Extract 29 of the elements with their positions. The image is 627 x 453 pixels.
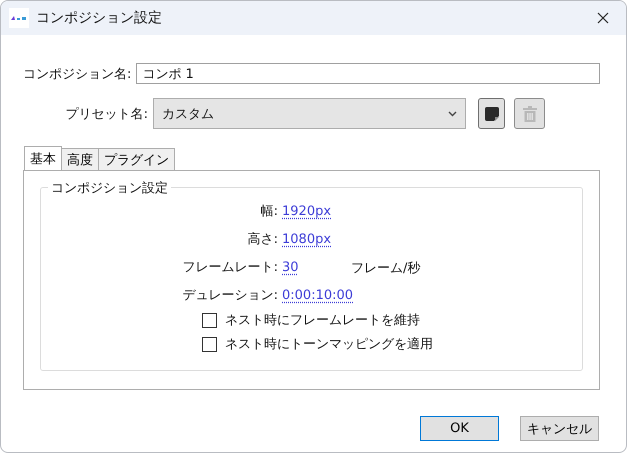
tab[interactable]: プラグイン (98, 148, 175, 170)
save-button[interactable] (478, 98, 505, 129)
field-label: 高さ: (246, 231, 279, 249)
checkbox[interactable] (202, 336, 217, 352)
value-link[interactable]: 1080px (282, 232, 351, 247)
tab[interactable]: 高度 (61, 148, 99, 170)
close-icon (597, 12, 609, 24)
group-title: コンポジション設定 (48, 179, 171, 197)
value-link[interactable]: 0:00:10:00 (282, 288, 354, 303)
field-label: コンポジション名: (23, 66, 132, 82)
checkbox-label: ネスト時にフレームレートを維持 (225, 312, 420, 329)
field-label: 幅: (260, 203, 279, 221)
trash-icon (522, 106, 536, 122)
chevron-down-icon (448, 110, 457, 116)
window-title: コンポジション設定 (36, 9, 163, 27)
tab[interactable]: 基本 (24, 146, 62, 170)
unit-label: フレーム/秒 (351, 260, 420, 276)
note-icon (484, 106, 498, 120)
value-link[interactable]: 1920px (282, 204, 351, 219)
field-label: デュレーション: (182, 287, 279, 305)
dialog-button[interactable]: キャンセル (520, 416, 599, 441)
dialog-button[interactable]: OK (420, 416, 499, 441)
preset-dropdown[interactable]: カスタム (153, 98, 466, 129)
checkbox[interactable] (202, 312, 217, 328)
checkbox-label: ネスト時にトーンマッピングを適用 (225, 336, 433, 353)
field-label: フレームレート: (182, 259, 279, 277)
name-field[interactable]: コンポ 1 (136, 63, 600, 84)
field-label: プリセット名: (64, 106, 149, 122)
value-link[interactable]: 30 (282, 260, 351, 275)
